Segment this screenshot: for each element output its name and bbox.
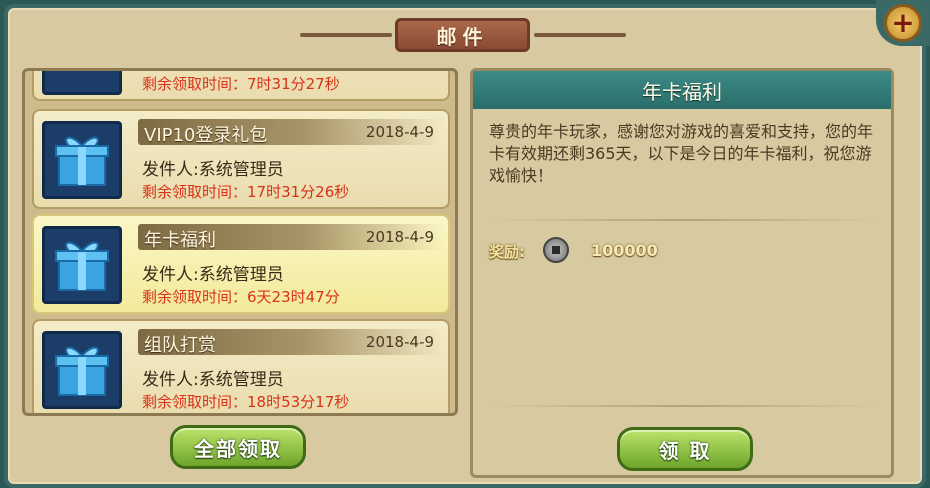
reward-value: 100000	[591, 241, 658, 260]
mail-sender: 发件人:系统管理员	[142, 370, 284, 390]
claim-all-button[interactable]: 全部领取	[170, 425, 306, 469]
mail-list[interactable]: 剩余领取时间：7时31分27秒 VIP10登录礼包 2018-4-9 发件人:系…	[22, 68, 458, 416]
mail-remain-time: 剩余领取时间：17时31分26秒	[142, 183, 350, 201]
mail-remain-time: 剩余领取时间：18时53分17秒	[142, 393, 350, 411]
mail-item[interactable]: VIP10登录礼包 2018-4-9 发件人:系统管理员 剩余领取时间：17时3…	[32, 109, 450, 209]
plus-close-icon: +	[884, 4, 922, 42]
divider	[493, 219, 877, 221]
gift-box-icon	[42, 331, 122, 409]
claim-button[interactable]: 领 取	[617, 427, 753, 471]
mail-item-selected[interactable]: 年卡福利 2018-4-9 发件人:系统管理员 剩余领取时间：6天23时47分	[32, 214, 450, 314]
detail-body: 尊贵的年卡玩家，感谢您对游戏的喜爱和支持，您的年卡有效期还剩365天，以下是今日…	[489, 122, 874, 185]
mail-item[interactable]: 组队打赏 2018-4-9 发件人:系统管理员 剩余领取时间：18时53分17秒	[32, 319, 450, 413]
gift-box-icon	[42, 226, 122, 304]
detail-title: 年卡福利	[473, 71, 891, 109]
copper-coin-icon	[543, 237, 569, 263]
title-ornament-right	[534, 33, 626, 37]
mail-date: 2018-4-9	[365, 228, 434, 246]
mail-sender: 发件人:系统管理员	[142, 265, 284, 285]
mail-title: VIP10登录礼包	[144, 125, 268, 146]
mail-date: 2018-4-9	[365, 333, 434, 351]
mail-detail-panel: 年卡福利 尊贵的年卡玩家，感谢您对游戏的喜爱和支持，您的年卡有效期还剩365天，…	[470, 68, 894, 478]
mail-remain-time: 剩余领取时间：6天23时47分	[142, 288, 340, 306]
window-title: 邮件	[395, 18, 530, 52]
mail-sender: 发件人:系统管理员	[142, 160, 284, 180]
mail-title: 年卡福利	[144, 230, 216, 251]
mail-item-partial[interactable]: 剩余领取时间：7时31分27秒	[32, 71, 450, 101]
title-ornament-left	[300, 33, 392, 37]
mail-title: 组队打赏	[144, 335, 216, 356]
mail-date: 2018-4-9	[365, 123, 434, 141]
gift-box-icon	[42, 121, 122, 199]
divider	[493, 405, 877, 407]
mail-remain-time: 剩余领取时间：7时31分27秒	[142, 75, 340, 93]
reward-label: 奖励:	[489, 243, 525, 261]
close-button[interactable]: +	[876, 0, 930, 46]
gift-box-icon	[42, 71, 122, 95]
